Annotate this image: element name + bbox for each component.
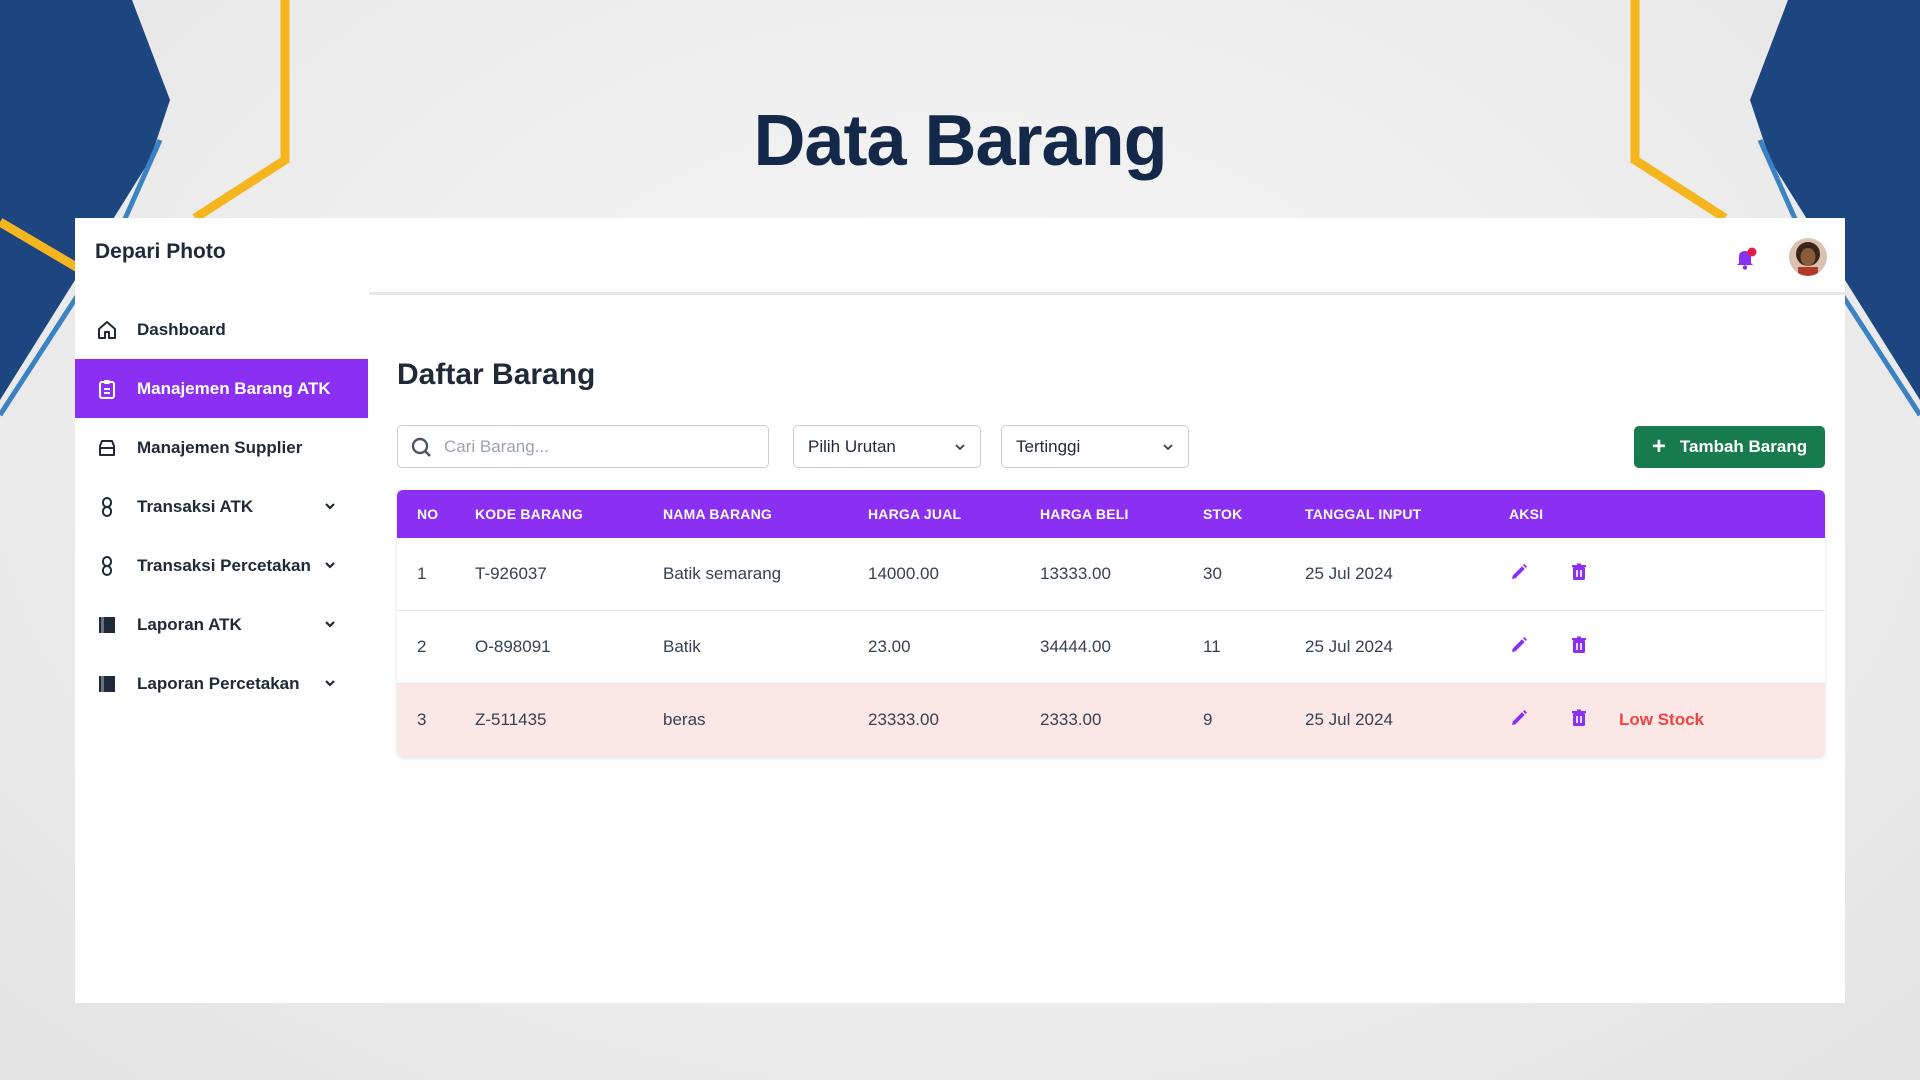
sidebar-item-label: Transaksi ATK <box>137 496 254 516</box>
cell-harga-jual: 23333.00 <box>868 683 1040 757</box>
cell-stok: 11 <box>1203 610 1305 684</box>
cell-no: 3 <box>397 683 475 757</box>
edit-icon[interactable] <box>1509 635 1529 655</box>
sidebar-item-manajemen-supplier[interactable]: Manajemen Supplier <box>75 418 368 477</box>
trash-icon[interactable] <box>1569 708 1589 728</box>
cell-harga-jual: 23.00 <box>868 610 1040 684</box>
app-window: Depari Photo Dashboard Manajemen Barang … <box>75 218 1845 1003</box>
edit-icon[interactable] <box>1509 562 1529 582</box>
sidebar-item-label: Manajemen Supplier <box>137 437 303 457</box>
chevron-down-icon[interactable] <box>322 616 338 632</box>
cell-kode: T-926037 <box>475 538 663 611</box>
chevron-down-icon[interactable] <box>322 498 338 514</box>
cell-kode: O-898091 <box>475 610 663 684</box>
order-select[interactable]: Tertinggi <box>1001 425 1189 468</box>
user-avatar[interactable] <box>1789 238 1827 276</box>
cell-tanggal: 25 Jul 2024 <box>1305 610 1509 684</box>
cell-harga-beli: 13333.00 <box>1040 538 1203 611</box>
sidebar-item-transaksi-atk[interactable]: Transaksi ATK <box>75 477 368 536</box>
sort-select-value: Pilih Urutan <box>808 436 896 456</box>
cell-no: 1 <box>397 538 475 611</box>
cell-tanggal: 25 Jul 2024 <box>1305 538 1509 611</box>
sidebar-item-laporan-atk[interactable]: Laporan ATK <box>75 595 368 654</box>
sidebar-item-laporan-percetakan[interactable]: Laporan Percetakan <box>75 654 368 713</box>
chevron-down-icon <box>1163 444 1173 451</box>
cell-harga-beli: 34444.00 <box>1040 610 1203 684</box>
table-header-row: NO KODE BARANG NAMA BARANG HARGA JUAL HA… <box>397 490 1825 538</box>
book-icon <box>95 672 119 696</box>
sidebar-item-label: Manajemen Barang ATK <box>137 378 331 398</box>
cell-nama: Batik semarang <box>663 538 868 611</box>
sidebar-item-label: Laporan Percetakan <box>137 673 300 693</box>
link-icon <box>95 554 119 578</box>
low-stock-badge: Low Stock <box>1619 710 1705 729</box>
search-box[interactable] <box>397 425 769 468</box>
cell-harga-beli: 2333.00 <box>1040 683 1203 757</box>
sidebar-item-manajemen-barang-atk[interactable]: Manajemen Barang ATK <box>75 359 368 418</box>
slide-title: Data Barang <box>753 101 1167 181</box>
app-brand: Depari Photo <box>95 240 226 263</box>
sidebar-item-label: Laporan ATK <box>137 614 242 634</box>
column-header[interactable]: STOK <box>1203 490 1305 538</box>
items-table: NO KODE BARANG NAMA BARANG HARGA JUAL HA… <box>397 490 1825 757</box>
cell-no: 2 <box>397 610 475 684</box>
column-header: AKSI <box>1509 506 1544 522</box>
add-item-button[interactable]: + Tambah Barang <box>1634 426 1825 468</box>
sort-select[interactable]: Pilih Urutan <box>793 425 981 468</box>
column-header[interactable]: HARGA JUAL <box>868 490 1040 538</box>
table-row: 1 T-926037 Batik semarang 14000.00 13333… <box>397 538 1825 611</box>
sidebar-item-label: Dashboard <box>137 319 226 339</box>
table-row: 2 O-898091 Batik 23.00 34444.00 11 25 Ju… <box>397 610 1825 684</box>
sidebar-item-transaksi-percetakan[interactable]: Transaksi Percetakan <box>75 536 368 595</box>
sidebar-item-label: Transaksi Percetakan <box>137 555 311 575</box>
link-icon <box>95 495 119 519</box>
cell-harga-jual: 14000.00 <box>868 538 1040 611</box>
chevron-down-icon[interactable] <box>322 557 338 573</box>
column-header[interactable]: HARGA BELI <box>1040 490 1203 538</box>
plus-icon: + <box>1651 433 1666 460</box>
add-item-button-label: Tambah Barang <box>1679 437 1808 456</box>
chevron-down-icon[interactable] <box>322 675 338 691</box>
cell-nama: beras <box>663 683 868 757</box>
book-icon <box>95 613 119 637</box>
table-row: 3 Z-511435 beras 23333.00 2333.00 9 25 J… <box>397 683 1825 757</box>
topbar-divider <box>369 292 1845 295</box>
column-header[interactable]: NO <box>397 490 475 538</box>
sidebar: Dashboard Manajemen Barang ATK Manajemen… <box>75 300 368 713</box>
column-header[interactable]: KODE BARANG <box>475 490 663 538</box>
cell-stok: 9 <box>1203 683 1305 757</box>
search-icon <box>411 437 431 457</box>
chevron-down-icon <box>955 444 965 451</box>
search-input[interactable] <box>442 435 746 458</box>
column-header[interactable]: TANGGAL INPUT <box>1305 490 1509 538</box>
edit-icon[interactable] <box>1509 708 1529 728</box>
page-title: Daftar Barang <box>397 358 596 391</box>
sidebar-item-dashboard[interactable]: Dashboard <box>75 300 368 359</box>
inbox-icon <box>95 436 119 460</box>
column-header[interactable]: NAMA BARANG <box>663 490 868 538</box>
cell-kode: Z-511435 <box>475 683 663 757</box>
cell-stok: 30 <box>1203 538 1305 611</box>
trash-icon[interactable] <box>1569 635 1589 655</box>
cell-nama: Batik <box>663 610 868 684</box>
cell-tanggal: 25 Jul 2024 <box>1305 683 1509 757</box>
trash-icon[interactable] <box>1569 562 1589 582</box>
order-select-value: Tertinggi <box>1016 436 1081 456</box>
clipboard-icon <box>95 377 119 401</box>
home-icon <box>95 318 119 342</box>
notification-bell-icon[interactable] <box>1731 244 1761 274</box>
